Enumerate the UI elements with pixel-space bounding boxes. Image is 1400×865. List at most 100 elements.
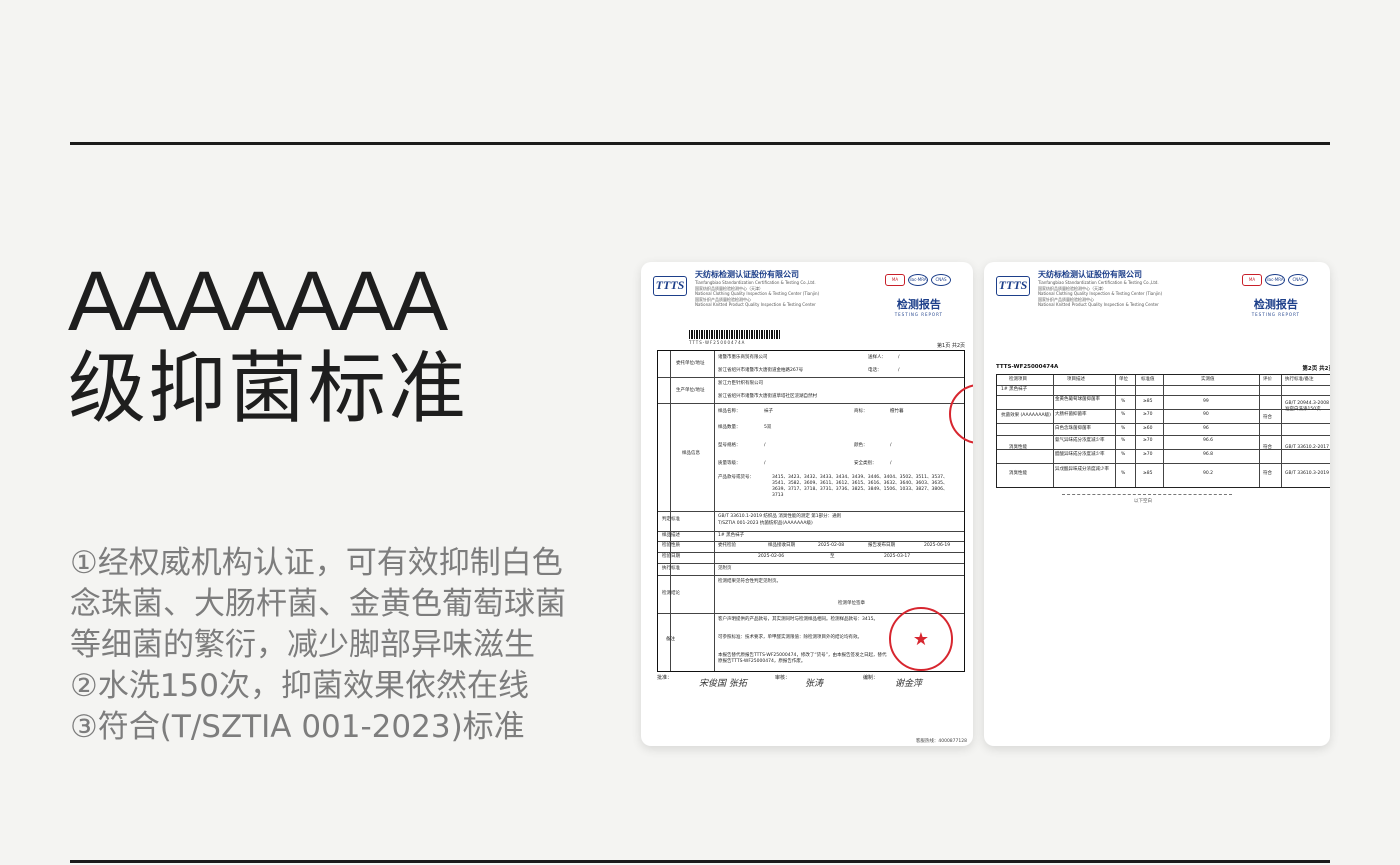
cell-label: 安全类别： bbox=[854, 461, 877, 466]
feature-line: ③符合(T/SZTIA 001-2023)标准 bbox=[70, 709, 525, 745]
column-header: 单位 bbox=[1119, 377, 1128, 382]
ttts-logo: TTTS bbox=[653, 276, 687, 296]
cell-value: 委托检验 bbox=[718, 543, 736, 548]
ma-badge-icon: MA bbox=[885, 274, 905, 286]
cell-desc: 大肠杆菌抑菌率 bbox=[1055, 412, 1087, 417]
cell-value: 诸暨市墨乐商贸有限公司 bbox=[718, 355, 768, 360]
ma-badge-icon: MA bbox=[1242, 274, 1262, 286]
cell-label: 产品款号或货号： bbox=[718, 475, 754, 480]
cell-value: GB/T 33610.1-2019 纺织品 消臭性能的测定 第1部分：通则 bbox=[718, 514, 842, 519]
cell-label: 样品数量： bbox=[718, 425, 741, 430]
cell-value: 浙江省绍兴市诸暨市大唐街道金柏路267号 bbox=[718, 368, 804, 373]
cell-value: 檀竹暮 bbox=[890, 409, 904, 414]
cell-label: 样品名称： bbox=[718, 409, 741, 414]
report-title: 检测报告 TESTING REPORT bbox=[895, 296, 943, 317]
cell-std: ≥85 bbox=[1143, 399, 1153, 404]
report-title-en: TESTING REPORT bbox=[1251, 312, 1300, 317]
cell-note: GB/T 20944.3-2008 国内标准空白洗涤150次 bbox=[1285, 401, 1330, 412]
hotline: 客服热线：4000877128 bbox=[915, 739, 967, 744]
signature: 宋俊国 张拓 bbox=[699, 679, 747, 689]
cell-label: 生产单位/地址 bbox=[676, 388, 705, 393]
cell-unit: % bbox=[1121, 412, 1126, 417]
column-header: 项目描述 bbox=[1067, 377, 1085, 382]
feature-points: ①经权威机构认证，可有效抑制白色 念珠菌、大肠杆菌、金黄色葡萄球菌 等细菌的繁衍… bbox=[70, 543, 630, 748]
cell-desc: 白色念珠菌抑菌率 bbox=[1055, 426, 1091, 431]
cell-value: 见附页 bbox=[718, 566, 732, 571]
cell-std: ≥70 bbox=[1143, 412, 1153, 417]
cell-desc: 氨气异味成分浓度减少率 bbox=[1055, 438, 1105, 443]
cell-value: 2025-02-08 bbox=[818, 543, 845, 548]
org-name: 天纺标检测认证股份有限公司 bbox=[695, 270, 799, 279]
cell-value: 至 bbox=[830, 554, 835, 559]
sample-label: 1# 黑色袜子 bbox=[1001, 387, 1028, 392]
accreditation-badges: MA ilac-MRA CNAS bbox=[885, 274, 951, 286]
sign-label: 编制： bbox=[863, 675, 879, 681]
cell-value: 可参照标准：技术要求，单甲醛实测限值：除检测项目外的结论均有效。 bbox=[718, 635, 862, 640]
cell-value: 96 bbox=[1203, 426, 1209, 431]
sign-label: 审核： bbox=[775, 675, 791, 681]
report-title-cn: 检测报告 bbox=[896, 298, 941, 311]
feature-line: ②水洗150次，抑菌效果依然在线 bbox=[70, 668, 529, 704]
cell-label: 委托单位/地址 bbox=[676, 361, 705, 366]
ilac-badge-icon: ilac-MRA bbox=[1265, 274, 1285, 286]
cell-value: 96.8 bbox=[1203, 452, 1214, 457]
cell-label: 报告发布日期 bbox=[868, 543, 895, 548]
cell-note: GB/T 33610.3-2019 bbox=[1285, 471, 1329, 476]
cell-desc: 醋酸异味成分浓度减少率 bbox=[1055, 452, 1105, 457]
cell-label: 送样人： bbox=[868, 355, 886, 360]
cell-label: 备注 bbox=[666, 637, 675, 642]
cell-value: 5双 bbox=[764, 425, 772, 430]
cell-label: 检验性质 bbox=[662, 543, 680, 548]
cell-value: / bbox=[890, 461, 892, 466]
cell-value: 浙江省绍兴市诸暨市大唐街道草塔社区浣湖自然村 bbox=[718, 394, 817, 399]
headline-grade: AAAAAAA bbox=[68, 254, 448, 348]
cell-label: 样品接收日期 bbox=[768, 543, 795, 548]
cell-value: 本报告替代原报告TTTS-WF25000474，修改了“货号”，由本报告签发之日… bbox=[718, 653, 887, 664]
bottom-divider bbox=[70, 860, 1330, 863]
top-divider bbox=[70, 142, 1330, 145]
cell-label: 商标： bbox=[854, 409, 868, 414]
cell-label: 颜色： bbox=[854, 443, 868, 448]
org-header: 天纺标检测认证股份有限公司 Tianfangbiao Standardizati… bbox=[1038, 270, 1188, 308]
cell-value: / bbox=[898, 355, 900, 360]
cell-label: 判定标准 bbox=[662, 517, 680, 522]
barcode-number: TTTS-WF25000474A bbox=[689, 340, 746, 345]
feature-line: 念珠菌、大肠杆菌、金黄色葡萄球菌 bbox=[70, 586, 566, 622]
column-header: 执行标准/备注 bbox=[1285, 377, 1314, 382]
cnas-badge-icon: CNAS bbox=[931, 274, 951, 286]
headline: AAAAAAA 级抑菌标准 bbox=[68, 258, 468, 434]
cell-desc: 金黄色葡萄球菌抑菌率 bbox=[1055, 397, 1100, 402]
cell-value: 2025-03-17 bbox=[884, 554, 911, 559]
cell-group: 消臭性能 bbox=[1009, 445, 1027, 450]
cell-label: 执行标准 bbox=[662, 566, 680, 571]
cell-value: 2025-02-06 bbox=[758, 554, 785, 559]
cell-value: 客户声明提供的产品款号，其实测同时与检测样品相同。检测样品款号：3415。 bbox=[718, 617, 878, 622]
signature: 谢金萍 bbox=[895, 679, 923, 689]
cell-label: 检验日期 bbox=[662, 554, 680, 559]
cell-label: 型号规格： bbox=[718, 443, 741, 448]
cell-value: / bbox=[890, 443, 892, 448]
cell-value: / bbox=[764, 443, 766, 448]
column-header: 标准值 bbox=[1141, 377, 1155, 382]
cell-value: 99 bbox=[1203, 399, 1209, 404]
cell-std: ≥60 bbox=[1143, 426, 1153, 431]
results-table: 检测项目 项目描述 单位 标准值 实测值 评价 执行标准/备注 1# 黑色袜子 … bbox=[996, 374, 1330, 488]
cell-unit: % bbox=[1121, 426, 1126, 431]
cell-label: 样品信息 bbox=[682, 451, 700, 456]
cell-value: 90 bbox=[1203, 412, 1209, 417]
cell-eval: 符合 bbox=[1263, 415, 1272, 420]
cell-note: GB/T 33610.2-2017 bbox=[1285, 445, 1329, 450]
column-header: 检测项目 bbox=[1009, 377, 1027, 382]
test-report-page-1: TTTS 天纺标检测认证股份有限公司 Tianfangbiao Standard… bbox=[641, 262, 973, 746]
column-header: 实测值 bbox=[1201, 377, 1215, 382]
cell-label: 电话： bbox=[868, 368, 882, 373]
end-note: 以下空白 bbox=[1134, 499, 1152, 504]
report-title-en: TESTING REPORT bbox=[894, 312, 943, 317]
cell-unit: % bbox=[1121, 452, 1126, 457]
cell-value: 90.2 bbox=[1203, 471, 1214, 476]
cell-std: ≥70 bbox=[1143, 452, 1153, 457]
cell-std: ≥85 bbox=[1143, 471, 1153, 476]
page-number: 第1页 共2页 bbox=[937, 343, 965, 349]
cell-std: ≥70 bbox=[1143, 438, 1153, 443]
report-title-cn: 检测报告 bbox=[1253, 298, 1298, 311]
